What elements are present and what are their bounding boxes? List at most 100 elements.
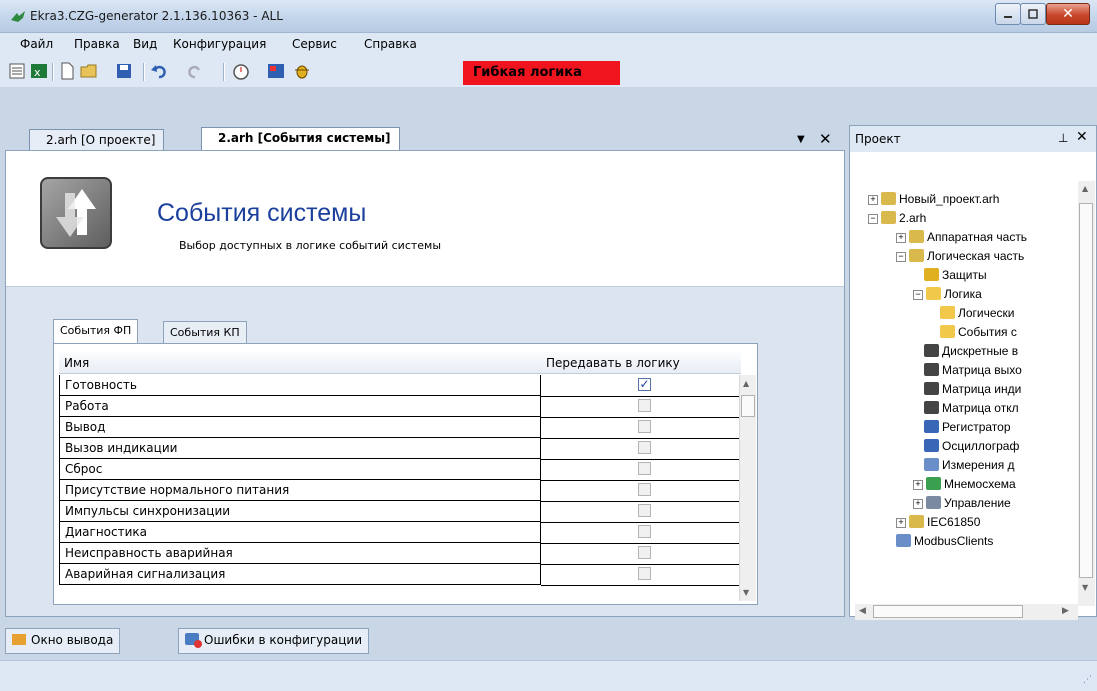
tree-item[interactable]: + Аппаратная часть	[896, 228, 1027, 247]
excel-icon[interactable]: x	[30, 62, 48, 80]
pass-to-logic-cell	[541, 501, 750, 523]
module-icon	[896, 534, 911, 547]
collapse-icon[interactable]: −	[913, 290, 923, 300]
tab-system-events[interactable]: 2.arh [События системы]	[201, 127, 400, 152]
collapse-icon[interactable]: −	[868, 214, 878, 224]
debug-bug-icon[interactable]	[293, 62, 311, 80]
tab-events-kp[interactable]: События КП	[163, 321, 247, 345]
tree-item[interactable]: Осциллограф	[924, 437, 1019, 456]
open-folder-icon[interactable]	[80, 62, 98, 80]
pass-to-logic-checkbox[interactable]	[638, 483, 651, 496]
expand-icon[interactable]: +	[896, 233, 906, 243]
close-tab-icon[interactable]: ✕	[819, 130, 832, 148]
timer-icon[interactable]	[232, 62, 250, 80]
tree-item[interactable]: + IEC61850	[896, 513, 980, 532]
svg-text:x: x	[34, 66, 41, 79]
tree-item[interactable]: Измерения д	[924, 456, 1015, 475]
expand-icon[interactable]: +	[913, 480, 923, 490]
recorder-icon	[924, 439, 939, 452]
tree-item[interactable]: Матрица инди	[924, 380, 1021, 399]
scroll-up-icon[interactable]: ▲	[743, 379, 749, 388]
pass-to-logic-checkbox[interactable]: ✓	[638, 378, 651, 391]
tab-dropdown-icon[interactable]: ▼	[797, 134, 805, 145]
scroll-thumb[interactable]	[741, 395, 755, 417]
menu-help[interactable]: Справка	[364, 37, 417, 51]
flexible-logic-button[interactable]: Гибкая логика	[463, 61, 620, 85]
expand-icon[interactable]: +	[913, 499, 923, 509]
tree-vertical-scrollbar[interactable]: ▲ ▼	[1078, 181, 1095, 606]
tree-item[interactable]: Защиты	[924, 266, 987, 285]
table-row[interactable]: Сброс	[59, 459, 750, 481]
redo-icon[interactable]	[186, 62, 204, 80]
pass-to-logic-checkbox[interactable]	[638, 546, 651, 559]
grid-scrollbar[interactable]: ▲ ▼	[739, 375, 756, 601]
recorder-icon	[924, 420, 939, 433]
tree-item[interactable]: Дискретные в	[924, 342, 1018, 361]
table-row[interactable]: Присутствие нормального питания	[59, 480, 750, 502]
maximize-button[interactable]	[1020, 3, 1046, 25]
table-row[interactable]: Импульсы синхронизации	[59, 501, 750, 523]
pass-to-logic-checkbox[interactable]	[638, 420, 651, 433]
table-row[interactable]: Готовность ✓	[59, 375, 750, 397]
table-row[interactable]: Работа	[59, 396, 750, 418]
scroll-down-icon[interactable]: ▼	[743, 588, 749, 597]
table-row[interactable]: Неисправность аварийная	[59, 543, 750, 565]
scroll-left-icon[interactable]: ◀	[859, 606, 866, 616]
column-header-pass-to-logic[interactable]: Передавать в логику	[541, 352, 741, 374]
menu-edit[interactable]: Правка	[74, 37, 120, 51]
scroll-thumb[interactable]	[1079, 203, 1093, 578]
table-row[interactable]: Вывод	[59, 417, 750, 439]
expand-icon[interactable]: +	[896, 518, 906, 528]
scroll-down-icon[interactable]: ▼	[1082, 583, 1088, 592]
tree-item[interactable]: − Логическая часть	[896, 247, 1024, 266]
table-row[interactable]: Диагностика	[59, 522, 750, 544]
save-icon[interactable]	[115, 62, 133, 80]
pass-to-logic-checkbox[interactable]	[638, 399, 651, 412]
tree-item[interactable]: + Мнемосхема	[913, 475, 1016, 494]
list-icon[interactable]	[8, 62, 26, 80]
tab-events-fp[interactable]: События ФП	[53, 319, 139, 345]
menu-file[interactable]: Файл	[20, 37, 53, 51]
tree-item[interactable]: Матрица выхо	[924, 361, 1022, 380]
resize-grip-icon[interactable]: ⋰	[1083, 675, 1092, 685]
collapse-icon[interactable]: −	[896, 252, 906, 262]
minimize-button[interactable]	[995, 3, 1021, 25]
tree-item[interactable]: + Новый_проект.arh	[868, 190, 999, 209]
tree-horizontal-scrollbar[interactable]: ◀ ▶	[855, 604, 1078, 620]
tree-item[interactable]: − 2.arh	[868, 209, 926, 228]
device-icon[interactable]	[267, 62, 285, 80]
scroll-up-icon[interactable]: ▲	[1082, 184, 1088, 193]
expand-icon[interactable]: +	[868, 195, 878, 205]
pass-to-logic-checkbox[interactable]	[638, 567, 651, 580]
close-pane-icon[interactable]: ✕	[1076, 129, 1088, 145]
pass-to-logic-checkbox[interactable]	[638, 441, 651, 454]
tree-item[interactable]: + Управление	[913, 494, 1011, 513]
pass-to-logic-checkbox[interactable]	[638, 462, 651, 475]
tree-item[interactable]: Матрица откл	[924, 399, 1019, 418]
tree-item[interactable]: Регистратор	[924, 418, 1011, 437]
table-row[interactable]: Аварийная сигнализация	[59, 564, 750, 586]
tree-item[interactable]: Логически	[940, 304, 1015, 323]
undo-icon[interactable]	[150, 62, 168, 80]
tab-config-errors[interactable]: Ошибки в конфигурации	[178, 628, 370, 654]
menu-service[interactable]: Сервис	[292, 37, 337, 51]
pass-to-logic-checkbox[interactable]	[638, 504, 651, 517]
tree-item[interactable]: События с	[940, 323, 1017, 342]
new-file-icon[interactable]	[58, 62, 76, 80]
table-row[interactable]: Вызов индикации	[59, 438, 750, 460]
scroll-thumb[interactable]	[873, 605, 1023, 618]
close-window-button[interactable]: ✕	[1046, 3, 1090, 25]
menu-view[interactable]: Вид	[133, 37, 157, 51]
event-name-cell: Присутствие нормального питания	[59, 480, 541, 501]
tab-output-window[interactable]: Окно вывода	[5, 628, 121, 654]
column-header-name[interactable]: Имя	[59, 352, 541, 374]
tree-item[interactable]: ModbusClients	[896, 532, 993, 551]
pass-to-logic-checkbox[interactable]	[638, 525, 651, 538]
pin-icon[interactable]: ⊥	[1058, 131, 1068, 145]
app-icon	[11, 11, 25, 22]
tree-item[interactable]: − Логика	[913, 285, 982, 304]
event-name-cell: Вывод	[59, 417, 541, 438]
scroll-right-icon[interactable]: ▶	[1062, 606, 1069, 616]
tab-about-project[interactable]: 2.arh [О проекте]	[29, 129, 165, 152]
menu-configuration[interactable]: Конфигурация	[173, 37, 266, 51]
